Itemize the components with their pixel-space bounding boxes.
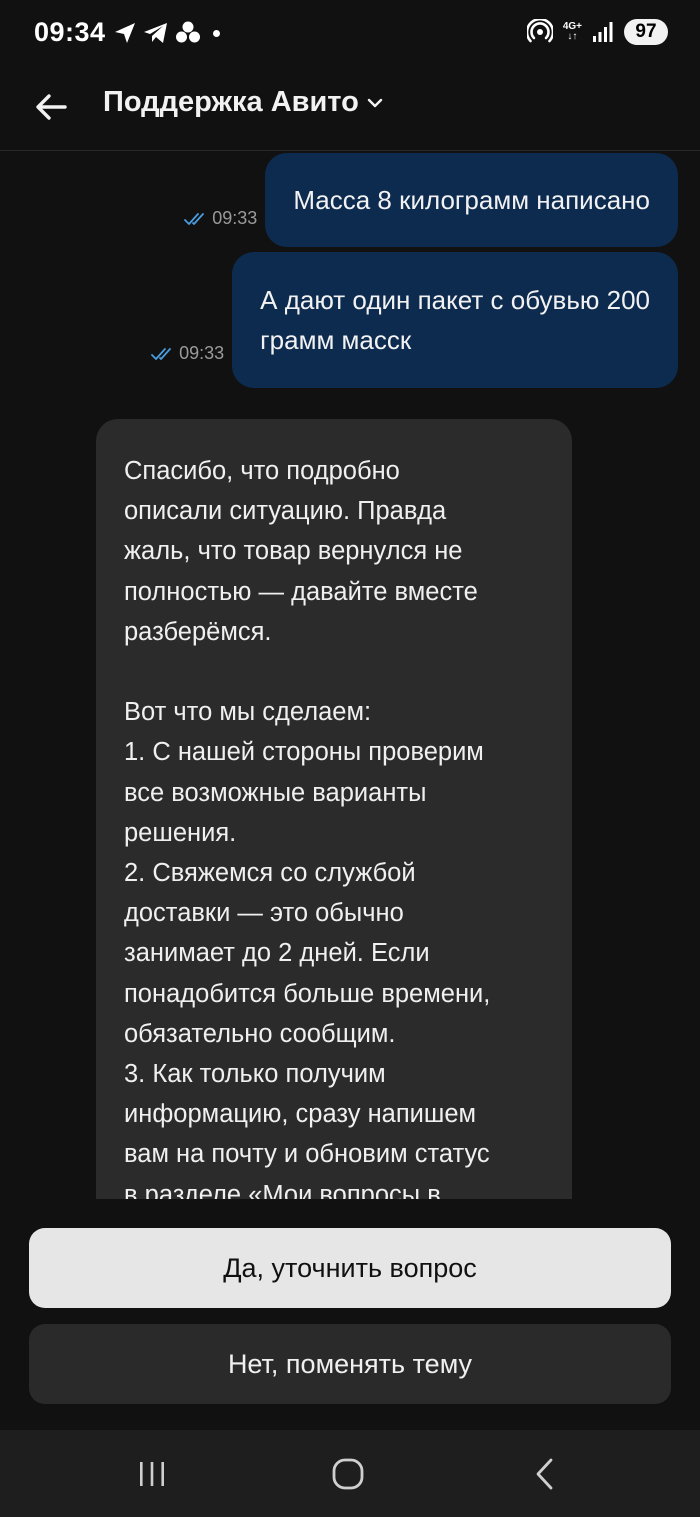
chevron-down-icon	[367, 98, 383, 107]
home-icon	[332, 1458, 364, 1490]
network-4g-icon: 4G+ ↓↑	[563, 22, 582, 42]
message-outgoing[interactable]: 09:33 А дают один пакет с обувью 200 гра…	[151, 252, 678, 388]
message-bubble: А дают один пакет с обувью 200 грамм мас…	[232, 252, 678, 388]
change-topic-button[interactable]: Нет, поменять тему	[29, 1324, 671, 1404]
back-arrow-icon	[36, 94, 67, 120]
system-nav-bar	[0, 1430, 700, 1517]
system-back-button[interactable]	[515, 1448, 575, 1500]
message-text-line: А дают один пакет с обувью 200	[260, 285, 650, 315]
back-button[interactable]	[28, 84, 74, 130]
network-activity-label: ↓↑	[567, 31, 578, 42]
notification-dot-icon	[213, 29, 220, 37]
message-text-line: описали ситуацию. Правда	[124, 497, 447, 526]
message-outgoing[interactable]: 09:33 Масса 8 килограмм написано	[184, 153, 678, 247]
message-time: 09:33	[212, 208, 258, 228]
message-text-line: 2. Свяжемся со службой	[124, 859, 416, 888]
message-text: Масса 8 килограмм написано	[293, 185, 650, 215]
quick-replies: Да, уточнить вопрос Нет, поменять тему	[0, 1199, 700, 1430]
message-text-line: жаль, что товар вернулся не	[124, 537, 463, 566]
battery-badge: 97	[624, 19, 668, 45]
status-icons-left	[113, 20, 220, 46]
status-time: 09:34	[34, 17, 106, 47]
telegram-icon	[144, 23, 167, 43]
navigation-arrow-icon	[115, 23, 135, 43]
message-text-line: занимает до 2 дней. Если	[124, 939, 430, 968]
message-text-line: вам на почту и обновим статус	[124, 1140, 490, 1169]
message-text-line: полностью — давайте вместе	[124, 577, 478, 606]
status-bar: 09:34 4G+ ↓↑ 97	[0, 0, 700, 64]
flower-app-icon	[176, 21, 200, 43]
message-text-line: все возможные варианты	[124, 778, 427, 807]
home-button[interactable]	[318, 1448, 378, 1500]
double-check-icon	[151, 347, 172, 360]
chat-area[interactable]: 09:33 Масса 8 килограмм написано 09:33 А…	[0, 151, 700, 1199]
recents-button[interactable]	[122, 1448, 182, 1500]
hotspot-icon	[526, 19, 553, 43]
message-text-line: решения.	[124, 818, 237, 847]
message-meta: 09:33	[151, 343, 224, 364]
message-bubble: Масса 8 килограмм написано	[265, 153, 678, 247]
chat-title-dropdown[interactable]: Поддержка Авито	[103, 86, 383, 119]
message-incoming[interactable]: Спасибо, что подробно описали ситуацию. …	[96, 419, 572, 1199]
message-text-line: Спасибо, что подробно	[124, 457, 400, 485]
recents-icon	[140, 1462, 164, 1486]
message-text-line: 1. С нашей стороны проверим	[124, 738, 484, 767]
confirm-question-button[interactable]: Да, уточнить вопрос	[29, 1228, 671, 1308]
app-header: Поддержка Авито	[0, 64, 700, 151]
message-meta: 09:33	[184, 208, 257, 229]
page-title: Поддержка Авито	[103, 86, 359, 118]
status-icons-right: 4G+ ↓↑ 97	[526, 19, 668, 45]
message-text-line: доставки — это обычно	[124, 899, 404, 928]
message-text-line: разберёмся.	[124, 617, 272, 646]
message-text-line: грамм масск	[260, 325, 412, 355]
message-text-line: информацию, сразу напишем	[124, 1100, 477, 1129]
signal-icon	[593, 22, 613, 42]
message-text-line: обязательно сообщим.	[124, 1019, 396, 1048]
screen: 09:34 4G+ ↓↑ 97 Поддержка Авито 09:33 Ма…	[0, 0, 700, 1517]
message-text-line: в разделе «Мои вопросы в	[124, 1180, 441, 1199]
double-check-icon	[184, 212, 205, 225]
message-text-line: Вот что мы сделаем:	[124, 698, 372, 727]
nav-back-icon	[536, 1458, 553, 1490]
message-text-line: понадобится больше времени,	[124, 979, 491, 1008]
message-time: 09:33	[179, 343, 225, 363]
message-text-line: 3. Как только получим	[124, 1060, 386, 1089]
